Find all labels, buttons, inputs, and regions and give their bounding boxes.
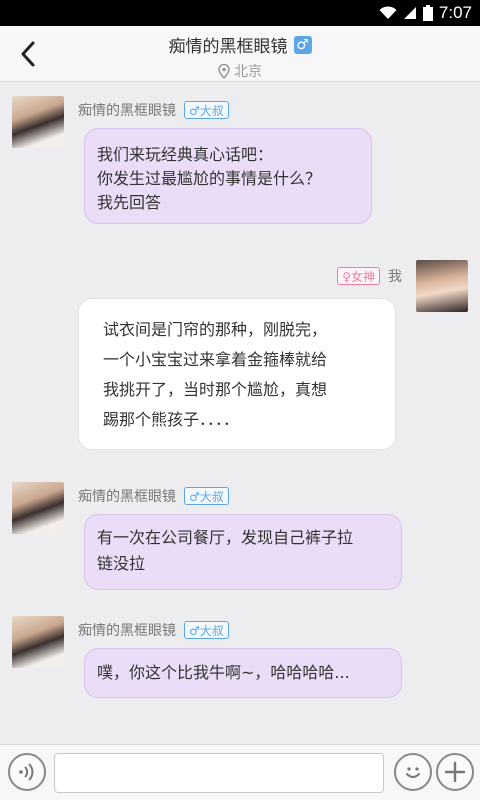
male-tag-badge: ♂大叔 [184,487,229,505]
signal-icon [403,7,416,19]
voice-button[interactable] [8,753,46,791]
back-arrow-icon [21,41,35,67]
location-pin-icon [218,63,230,79]
message-bubble[interactable]: 试衣间是门帘的那种，刚脱完， 一个小宝宝过来拿着金箍棒就给 我挑开了，当时那个尴… [78,298,396,450]
emoji-button[interactable] [394,753,432,791]
status-time: 7:07 [438,3,472,22]
contact-name: 痴情的黑框眼镜 [168,37,288,57]
title-area: 痴情的黑框眼镜 ♂ 北京 [100,32,380,81]
avatar[interactable] [416,260,468,312]
female-tag-badge: ♀女神 [337,267,380,285]
sender-info: 痴情的黑框眼镜 ♂大叔 [78,100,229,120]
location: 北京 [100,61,380,81]
message-input[interactable] [54,753,384,793]
status-icons: 7:07 [379,0,472,26]
avatar[interactable] [12,96,64,148]
input-bar [0,744,480,800]
message-bubble[interactable]: 噗，你这个比我牛啊~，哈哈哈哈... [84,648,402,698]
sender-name: 我 [388,269,402,285]
sender-name: 痴情的黑框眼镜 [78,489,176,505]
avatar[interactable] [12,616,64,668]
sender-name: 痴情的黑框眼镜 [78,103,176,119]
male-tag-badge: ♂大叔 [184,621,229,639]
battery-icon [422,5,433,21]
sender-info: 痴情的黑框眼镜 ♂大叔 [78,486,229,506]
add-button[interactable] [436,753,474,791]
chat-header: 痴情的黑框眼镜 ♂ 北京 [0,26,480,82]
sender-info: 痴情的黑框眼镜 ♂大叔 [78,620,229,640]
smiley-icon [406,767,420,778]
male-tag-badge: ♂大叔 [184,101,229,119]
plus-icon [444,761,466,783]
male-gender-icon: ♂ [293,35,312,54]
location-text: 北京 [234,64,262,80]
avatar[interactable] [12,482,64,534]
voice-icon [19,763,34,781]
chat-title: 痴情的黑框眼镜 ♂ [169,32,312,57]
status-bar: 7:07 [0,0,480,26]
sender-name: 痴情的黑框眼镜 [78,623,176,639]
message-bubble[interactable]: 我们来玩经典真心话吧： 你发生过最尴尬的事情是什么？ 我先回答 [84,128,372,224]
message-bubble[interactable]: 有一次在公司餐厅，发现自己裤子拉 链没拉 [84,514,402,590]
wifi-icon [379,6,397,19]
back-button[interactable] [10,34,46,74]
sender-info: ♀女神 我 [337,266,402,286]
